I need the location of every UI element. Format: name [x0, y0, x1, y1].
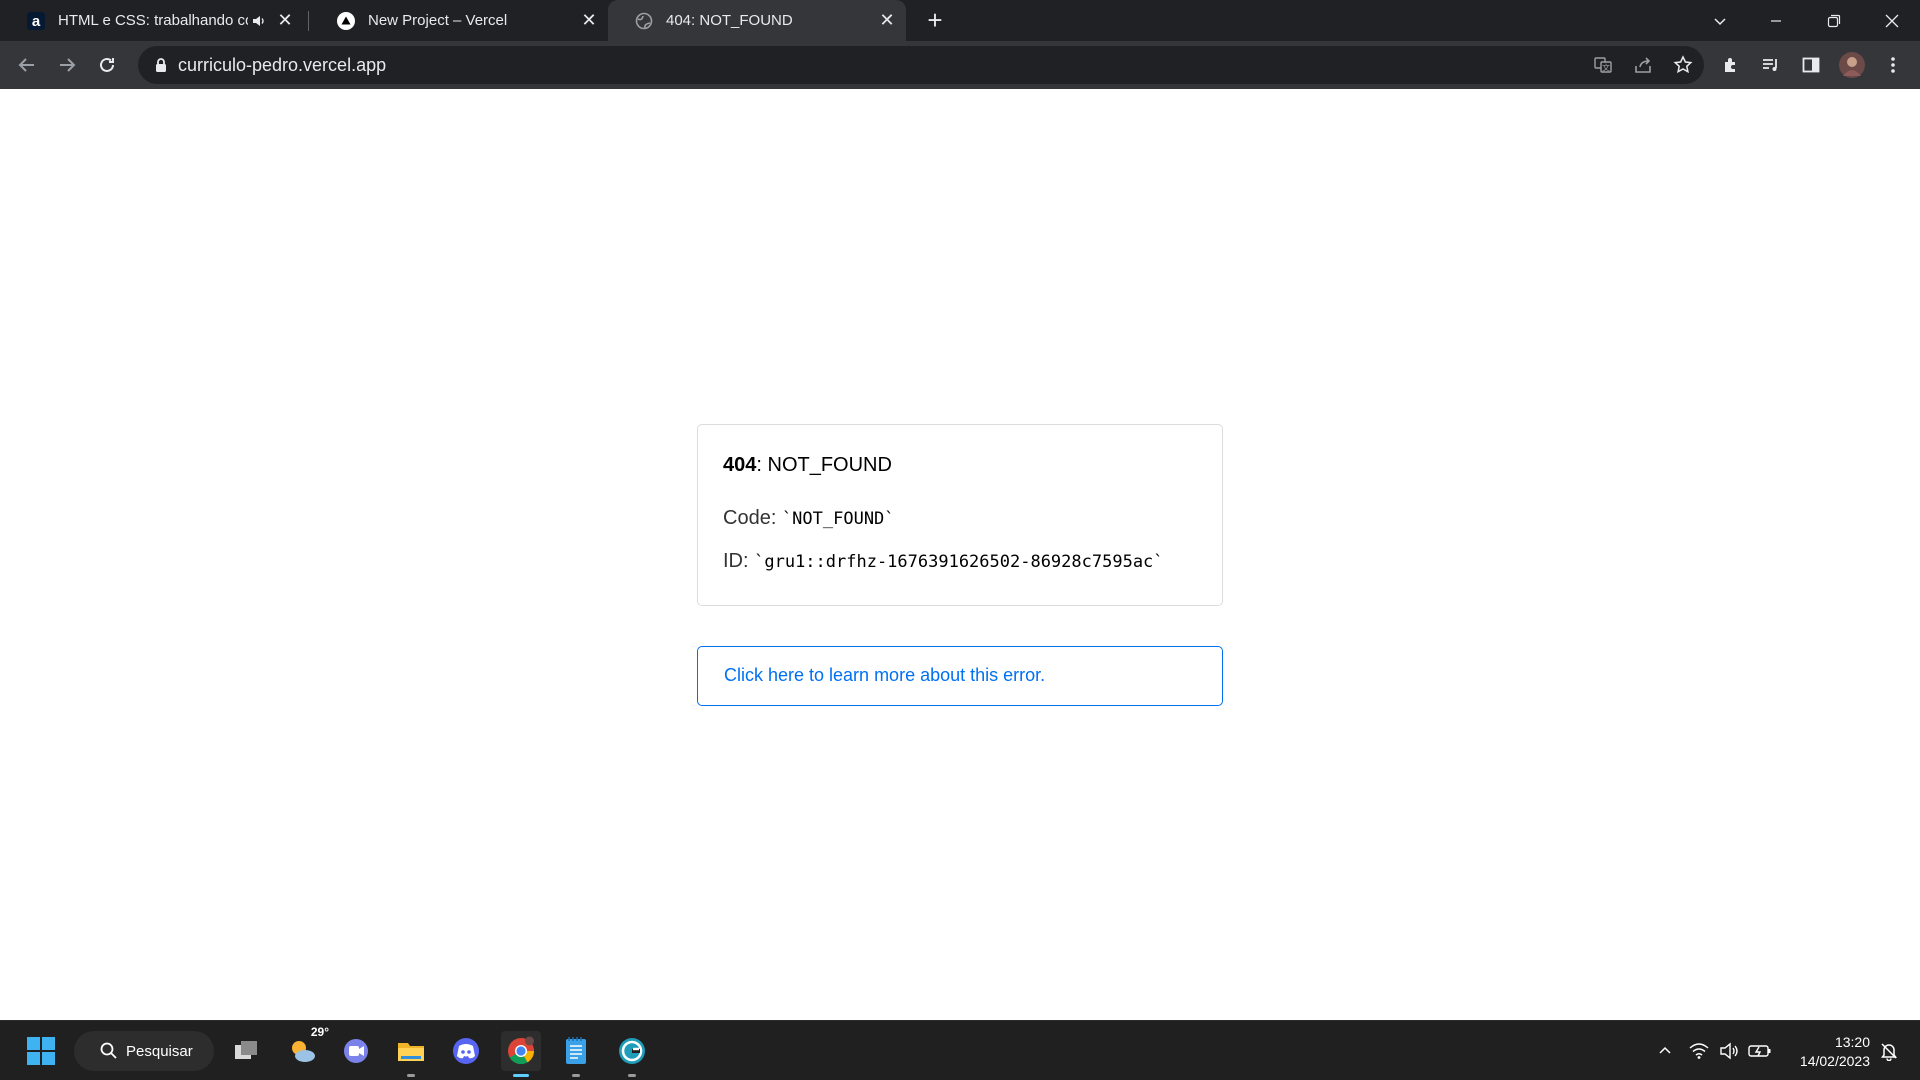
error-id-line: ID: `gru1::drfhz-1676391626502-86928c759…: [723, 550, 1164, 573]
taskbar: Pesquisar 29° 13:20 14/02/2023: [0, 1020, 1920, 1080]
tab-search-icon[interactable]: [1692, 0, 1748, 41]
bookmark-star-icon[interactable]: [1668, 50, 1698, 80]
teams-chat-icon[interactable]: [336, 1031, 376, 1071]
notepad-icon[interactable]: [556, 1031, 596, 1077]
svg-text:a: a: [32, 13, 41, 30]
error-heading: 404: NOT_FOUND: [723, 454, 892, 477]
reload-icon[interactable]: [90, 48, 124, 82]
running-indicator: [572, 1074, 580, 1077]
media-control-icon[interactable]: [1754, 48, 1788, 82]
tab-404-active[interactable]: 404: NOT_FOUND ✕: [608, 0, 906, 41]
windows-start-icon[interactable]: [21, 1031, 61, 1071]
tab-title: New Project – Vercel: [368, 12, 508, 29]
battery-charging-icon[interactable]: [1746, 1039, 1774, 1063]
clock-date: 14/02/2023: [1799, 1053, 1870, 1069]
close-window-icon[interactable]: [1864, 0, 1920, 41]
side-panel-icon[interactable]: [1794, 48, 1828, 82]
translate-icon[interactable]: 文: [1588, 50, 1618, 80]
error-code-line: Code: `NOT_FOUND`: [723, 507, 895, 530]
volume-icon[interactable]: [1716, 1039, 1742, 1063]
weather-temperature: 29°: [310, 1025, 329, 1039]
chevron-up-icon[interactable]: [1654, 1039, 1676, 1063]
extensions-icon[interactable]: [1714, 48, 1748, 82]
learn-more-link[interactable]: Click here to learn more about this erro…: [697, 646, 1223, 706]
file-explorer-icon[interactable]: [391, 1031, 431, 1077]
system-clock[interactable]: 13:20 14/02/2023: [1780, 1033, 1870, 1071]
back-icon[interactable]: [10, 48, 44, 82]
tab-strip: a HTML e CSS: trabalhando com ✕ New Proj…: [0, 0, 1920, 41]
alura-icon: a: [26, 11, 46, 31]
learn-more-text[interactable]: Click here to learn more about this erro…: [724, 665, 1045, 686]
status-text: NOT_FOUND: [767, 454, 892, 476]
forward-icon[interactable]: [50, 48, 84, 82]
new-tab-button[interactable]: +: [921, 5, 949, 35]
id-value: `gru1::drfhz-1676391626502-86928c7595ac`: [754, 552, 1164, 572]
globe-icon: [634, 11, 654, 31]
error-card: 404: NOT_FOUND Code: `NOT_FOUND` ID: `gr…: [697, 424, 1223, 606]
running-indicator: [628, 1074, 636, 1077]
svg-text:文: 文: [1602, 63, 1610, 73]
weather-widget[interactable]: 29°: [283, 1025, 329, 1071]
taskbar-search[interactable]: Pesquisar: [74, 1031, 214, 1071]
vercel-icon: [336, 11, 356, 31]
menu-kebab-icon[interactable]: [1876, 48, 1910, 82]
colon: :: [756, 454, 768, 476]
code-label: Code:: [723, 507, 777, 529]
tab-title: 404: NOT_FOUND: [666, 12, 793, 29]
restore-icon[interactable]: [1806, 0, 1862, 41]
tab-alura[interactable]: a HTML e CSS: trabalhando com ✕: [0, 0, 304, 41]
close-tab-icon[interactable]: ✕: [274, 10, 296, 32]
active-indicator: [513, 1074, 529, 1077]
close-tab-icon[interactable]: ✕: [578, 10, 600, 32]
app-refresh-icon[interactable]: [612, 1031, 652, 1077]
url-text[interactable]: curriculo-pedro.vercel.app: [178, 46, 386, 84]
discord-icon[interactable]: [446, 1031, 486, 1071]
web-page: 404: NOT_FOUND Code: `NOT_FOUND` ID: `gr…: [0, 89, 1920, 1020]
tab-vercel[interactable]: New Project – Vercel ✕: [310, 0, 608, 41]
chrome-taskbar-icon[interactable]: [501, 1031, 541, 1077]
weather-partly-cloudy-icon: [292, 1041, 315, 1062]
tab-title: HTML e CSS: trabalhando com: [58, 12, 248, 29]
search-icon: [100, 1042, 118, 1060]
notification-bell-icon[interactable]: [1876, 1039, 1902, 1063]
profile-avatar[interactable]: [1835, 48, 1869, 82]
speaker-icon[interactable]: [248, 10, 270, 32]
search-label: Pesquisar: [126, 1042, 193, 1060]
wifi-icon[interactable]: [1686, 1039, 1712, 1063]
close-tab-icon[interactable]: ✕: [876, 10, 898, 32]
browser-toolbar: curriculo-pedro.vercel.app 文: [0, 41, 1920, 89]
address-bar[interactable]: curriculo-pedro.vercel.app 文: [138, 46, 1704, 84]
status-code: 404: [723, 454, 757, 476]
lock-icon[interactable]: [152, 56, 170, 74]
minimize-icon[interactable]: [1748, 0, 1804, 41]
task-view-icon[interactable]: [226, 1031, 266, 1071]
code-value: `NOT_FOUND`: [781, 509, 895, 529]
running-indicator: [407, 1074, 415, 1077]
id-label: ID:: [723, 550, 749, 572]
share-icon[interactable]: [1628, 50, 1658, 80]
clock-time: 13:20: [1834, 1034, 1870, 1050]
tab-separator: [308, 11, 309, 31]
